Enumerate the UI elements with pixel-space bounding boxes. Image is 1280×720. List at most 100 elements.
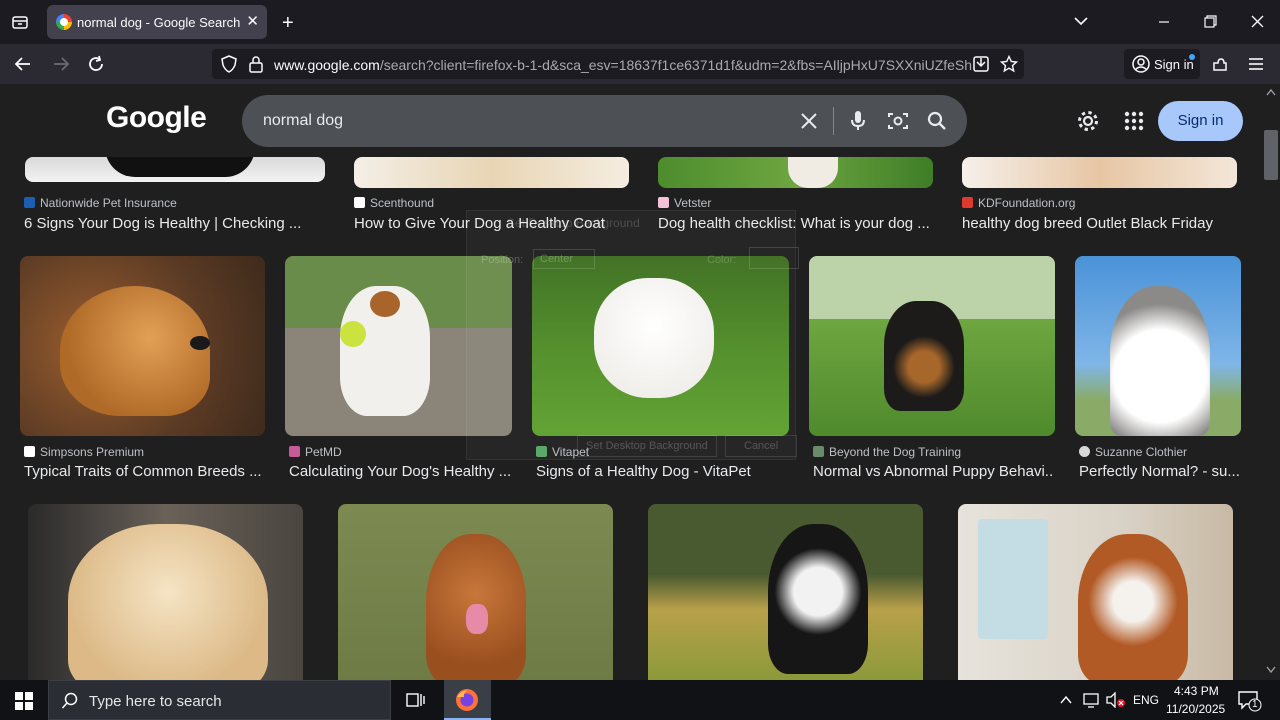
ghost-color-label: Color: <box>707 254 737 266</box>
result-image-5[interactable] <box>20 256 265 436</box>
reload-icon[interactable] <box>87 55 105 73</box>
result-caption-5[interactable]: Typical Traits of Common Breeds ... <box>24 463 269 480</box>
source-favicon-icon <box>24 197 35 208</box>
notification-count: 1 <box>1252 699 1258 710</box>
result-caption-6[interactable]: Calculating Your Dog's Healthy ... <box>289 463 514 480</box>
taskbar-search[interactable]: Type here to search <box>48 680 391 720</box>
windows-taskbar: Type here to search ENG 4:43 PM 11/20/20… <box>0 680 1280 720</box>
new-tab-button[interactable]: + <box>282 13 294 33</box>
bookmark-star-icon[interactable] <box>1000 55 1018 73</box>
search-icon <box>61 692 78 709</box>
close-tab-icon[interactable]: ✕ <box>246 12 259 30</box>
result-source-6[interactable]: PetMD <box>289 445 342 459</box>
lock-icon[interactable] <box>248 55 264 73</box>
extensions-icon[interactable] <box>1211 55 1229 73</box>
source-name: Beyond the Dog Training <box>829 445 962 459</box>
search-box[interactable]: normal dog <box>242 95 967 147</box>
notifications-icon[interactable] <box>1238 690 1262 712</box>
active-tab[interactable]: normal dog - Google Search ✕ <box>47 5 267 39</box>
result-image-3[interactable] <box>658 157 933 188</box>
url-text[interactable]: www.google.com/search?client=firefox-b-1… <box>274 57 974 73</box>
camera-lens-icon[interactable] <box>887 111 909 131</box>
url-bar[interactable]: www.google.com/search?client=firefox-b-1… <box>212 49 1024 79</box>
result-image-12[interactable] <box>648 504 923 680</box>
search-icon[interactable] <box>927 111 947 131</box>
result-image-4[interactable] <box>962 157 1237 188</box>
result-caption-1[interactable]: 6 Signs Your Dog is Healthy | Checking .… <box>24 215 324 232</box>
source-favicon-icon <box>354 197 365 208</box>
source-favicon-icon <box>1079 446 1090 457</box>
ghost-set-button: Set Desktop Background <box>577 435 717 457</box>
account-icon <box>1132 55 1150 73</box>
gear-icon[interactable] <box>1076 109 1100 133</box>
url-host: www.google.com <box>274 57 380 73</box>
result-image-11[interactable] <box>338 504 613 680</box>
firefox-taskbar-button[interactable] <box>444 680 491 720</box>
search-divider <box>833 107 834 135</box>
result-image-9[interactable] <box>1075 256 1241 436</box>
clear-search-icon[interactable] <box>800 112 818 130</box>
source-favicon-icon <box>24 446 35 457</box>
result-caption-9[interactable]: Perfectly Normal? - su... <box>1079 463 1239 480</box>
google-signin-button[interactable]: Sign in <box>1158 101 1243 141</box>
result-caption-8[interactable]: Normal vs Abnormal Puppy Behavi... <box>813 463 1053 480</box>
result-source-9[interactable]: Suzanne Clothier <box>1079 445 1187 459</box>
navigation-bar: www.google.com/search?client=firefox-b-1… <box>0 44 1280 84</box>
google-logo[interactable]: Google <box>106 101 207 135</box>
microphone-icon[interactable] <box>849 110 867 132</box>
clock-time[interactable]: 4:43 PM <box>1174 684 1219 698</box>
result-caption-7[interactable]: Signs of a Healthy Dog - VitaPet <box>536 463 791 480</box>
tray-overflow-chevron-icon[interactable] <box>1060 695 1072 705</box>
url-path: /search?client=firefox-b-1-d&sca_esv=186… <box>379 57 973 73</box>
volume-muted-icon[interactable] <box>1106 692 1126 708</box>
scrollbar-thumb[interactable] <box>1264 130 1278 180</box>
restore-icon[interactable] <box>1204 15 1217 28</box>
source-name: Scenthound <box>370 196 435 210</box>
result-caption-4[interactable]: healthy dog breed Outlet Black Friday <box>962 215 1242 232</box>
result-source-1[interactable]: Nationwide Pet Insurance <box>24 196 177 210</box>
result-source-2[interactable]: Scenthound <box>354 196 434 210</box>
result-image-8[interactable] <box>809 256 1055 436</box>
result-source-3[interactable]: Vetster <box>658 196 711 210</box>
result-source-7[interactable]: Vitapet <box>536 445 589 459</box>
result-image-13[interactable] <box>958 504 1233 680</box>
result-image-1[interactable] <box>25 157 325 182</box>
tab-list-icon[interactable] <box>11 13 29 31</box>
shield-icon[interactable] <box>220 55 238 73</box>
language-indicator[interactable]: ENG <box>1133 693 1159 707</box>
source-name: KDFoundation.org <box>978 196 1076 210</box>
task-view-icon[interactable] <box>406 691 426 709</box>
source-favicon-icon <box>536 446 547 457</box>
firefox-account-button[interactable]: Sign in <box>1124 49 1200 79</box>
firefox-signin-label: Sign in <box>1154 57 1194 72</box>
ghost-dialog-title: Set Desktop Background <box>507 216 640 230</box>
result-source-5[interactable]: Simpsons Premium <box>24 445 144 459</box>
back-arrow-icon[interactable] <box>14 55 32 73</box>
clock-date[interactable]: 11/20/2025 <box>1166 702 1225 716</box>
source-favicon-icon <box>813 446 824 457</box>
ghost-cancel-button: Cancel <box>725 435 797 457</box>
result-source-8[interactable]: Beyond the Dog Training <box>813 445 961 459</box>
tab-bar: normal dog - Google Search ✕ + <box>0 0 1280 44</box>
result-image-2[interactable] <box>354 157 629 188</box>
scroll-down-icon[interactable] <box>1266 666 1276 674</box>
apps-grid-icon[interactable] <box>1124 111 1144 131</box>
ghost-position-label: Position: <box>481 254 524 266</box>
close-window-icon[interactable] <box>1251 15 1264 28</box>
forward-arrow-icon[interactable] <box>52 55 70 73</box>
ghost-color-swatch <box>749 247 799 269</box>
firefox-icon <box>456 689 478 711</box>
network-icon[interactable] <box>1083 692 1101 708</box>
result-source-4[interactable]: KDFoundation.org <box>962 196 1075 210</box>
source-name: Simpsons Premium <box>40 445 145 459</box>
minimize-icon[interactable] <box>1158 16 1170 28</box>
result-image-10[interactable] <box>28 504 303 680</box>
source-name: Suzanne Clothier <box>1095 445 1188 459</box>
scroll-up-icon[interactable] <box>1266 88 1276 96</box>
chevron-down-icon[interactable] <box>1073 15 1089 27</box>
save-to-pocket-icon[interactable] <box>972 55 990 73</box>
search-query-input[interactable]: normal dog <box>263 112 343 130</box>
windows-start-icon[interactable] <box>15 692 33 710</box>
hamburger-menu-icon[interactable] <box>1248 56 1264 72</box>
source-name: Nationwide Pet Insurance <box>40 196 177 210</box>
